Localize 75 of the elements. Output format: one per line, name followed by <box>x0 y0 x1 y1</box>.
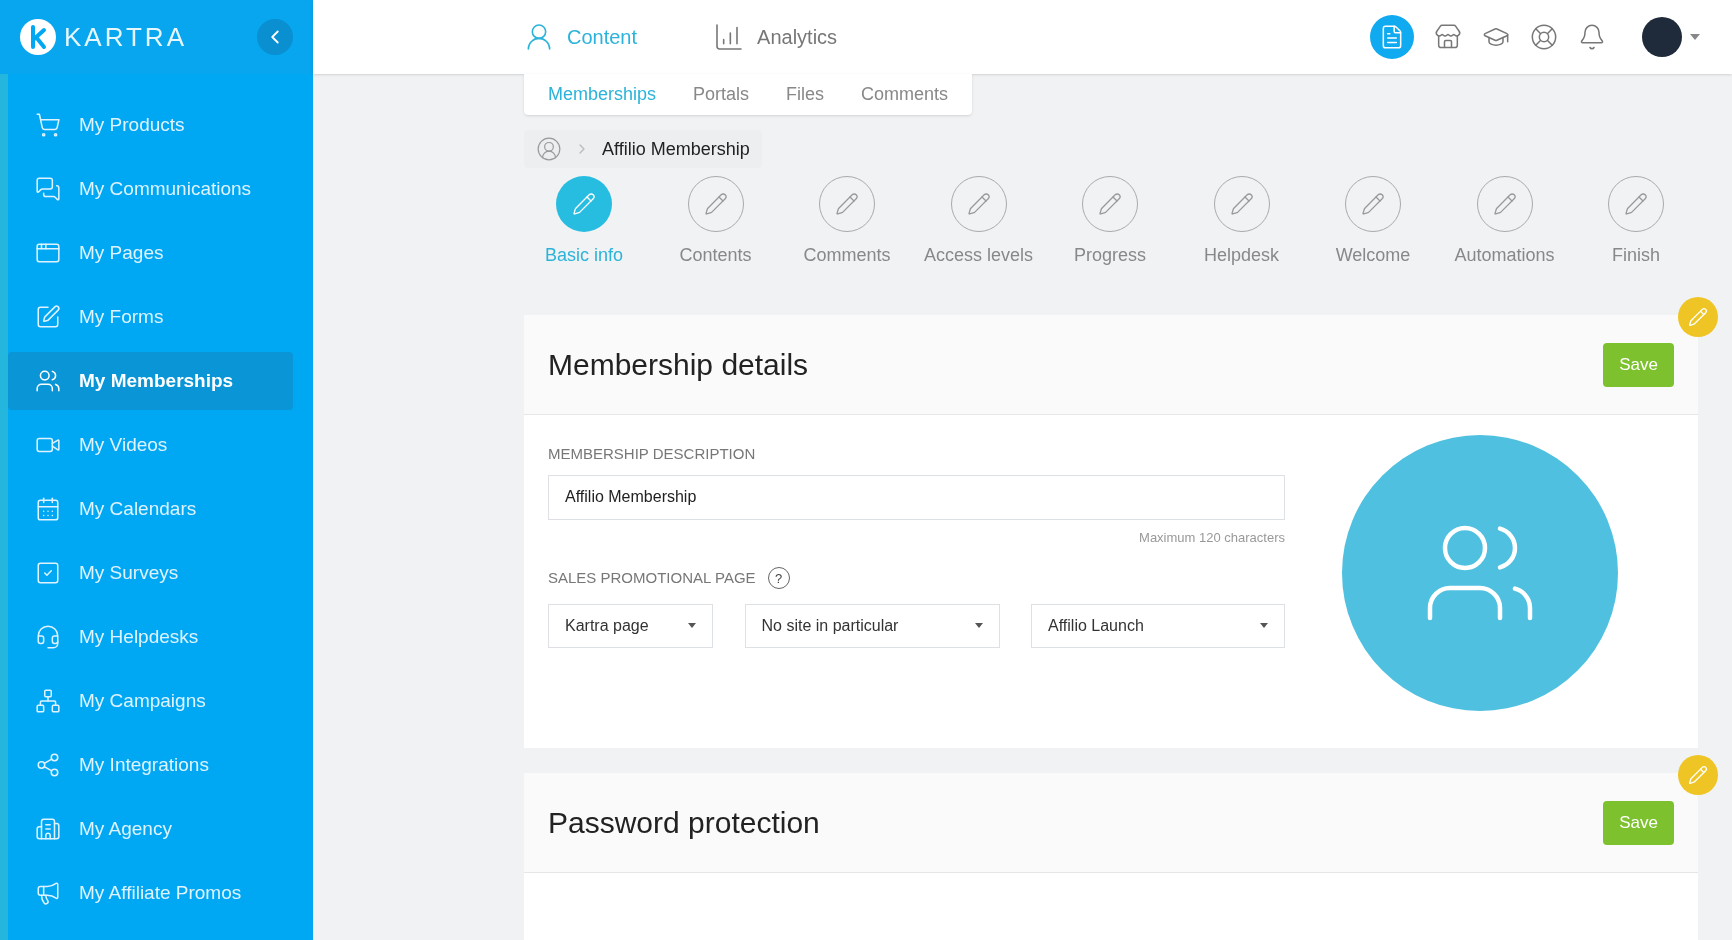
sidebar-item[interactable]: My Videos <box>8 416 293 474</box>
save-button[interactable]: Save <box>1603 342 1674 387</box>
wizard-step[interactable]: Access levels <box>918 176 1039 269</box>
sub-tab[interactable]: Files <box>786 81 825 108</box>
sidebar-item[interactable]: My Calendars <box>8 480 293 538</box>
input-field[interactable]: Affilio Membership <box>548 474 1285 520</box>
breadcrumb-current: Affilio Membership <box>602 137 750 161</box>
field-label: MEMBERSHIP DESCRIPTION <box>548 444 757 464</box>
sidebar-item[interactable]: My Communications <box>8 160 293 218</box>
users-icon <box>35 368 61 394</box>
pencil-icon <box>1361 192 1385 216</box>
caret-icon <box>1260 623 1268 628</box>
pencil-icon <box>1098 192 1122 216</box>
caret-icon <box>688 623 696 628</box>
pencil-icon <box>1688 765 1708 785</box>
sub-tab[interactable]: Portals <box>693 81 750 108</box>
user-icon[interactable] <box>536 136 562 162</box>
sidebar-item[interactable]: My Helpdesks <box>8 608 293 666</box>
sidebar-item[interactable]: My Agency <box>8 800 293 858</box>
pencil-icon <box>835 192 859 216</box>
pencil-icon <box>1229 192 1254 216</box>
nav-tab[interactable]: Content <box>523 21 638 53</box>
checkbox-icon <box>35 560 61 586</box>
store-icon[interactable] <box>1434 23 1462 51</box>
pencil-icon <box>966 192 991 216</box>
calendar-icon <box>35 496 61 522</box>
cart-icon <box>35 112 61 138</box>
wizard-step[interactable]: Basic info <box>524 176 644 269</box>
caret-icon[interactable] <box>1690 34 1700 40</box>
sidebar-item[interactable]: My Products <box>8 96 293 154</box>
wizard-step[interactable]: Comments <box>787 176 907 269</box>
sub-tab[interactable]: Memberships <box>548 81 657 108</box>
lifebuoy-icon[interactable] <box>1530 23 1558 51</box>
pencil-icon <box>1492 192 1517 216</box>
select-dropdown[interactable]: No site in particular <box>744 603 1000 648</box>
wizard-step[interactable]: Finish <box>1576 176 1696 269</box>
select-dropdown[interactable]: Kartra page <box>548 603 713 648</box>
sidebar-item[interactable]: My Integrations <box>8 736 293 794</box>
headset-icon <box>35 624 61 650</box>
nav-tab[interactable]: Analytics <box>713 21 838 53</box>
megaphone-icon <box>35 880 61 906</box>
brand-name: KARTRA <box>64 20 187 54</box>
wizard-step[interactable]: Contents <box>655 176 776 269</box>
sidebar-item[interactable]: My Affiliate Promos <box>8 864 293 922</box>
sidebar-item[interactable]: My Surveys <box>8 544 293 602</box>
pencil-icon <box>1624 192 1648 216</box>
sidebar-item[interactable]: My Campaigns <box>8 672 293 730</box>
pencil-icon <box>703 192 728 216</box>
pencil-icon <box>1688 307 1708 327</box>
select-dropdown[interactable]: Affilio Launch <box>1031 603 1285 648</box>
save-button[interactable]: Save <box>1603 800 1674 845</box>
wizard-step[interactable]: Automations <box>1444 176 1565 269</box>
sidebar-item[interactable]: My Pages <box>8 224 293 282</box>
logo-icon <box>20 19 56 55</box>
avatar[interactable] <box>1642 17 1682 57</box>
pencil-square-icon <box>35 304 61 330</box>
wizard-step[interactable]: Helpdesk <box>1181 176 1302 269</box>
sidebar-item[interactable]: My Forms <box>8 288 293 346</box>
share-icon <box>35 752 61 778</box>
document-list-button[interactable] <box>1370 15 1414 59</box>
hierarchy-icon <box>35 688 61 714</box>
notification-bell-icon[interactable] <box>1578 23 1606 51</box>
card-title: Membership details <box>548 347 809 383</box>
wizard-step[interactable]: Progress <box>1050 176 1170 269</box>
building-icon <box>35 816 61 842</box>
chat-icon <box>35 176 61 202</box>
wizard-step[interactable]: Welcome <box>1313 176 1433 269</box>
collapse-button[interactable] <box>257 19 293 55</box>
caret-icon <box>974 623 983 628</box>
hint-text: Maximum 120 characters <box>1139 528 1285 547</box>
sub-tab[interactable]: Comments <box>861 81 949 108</box>
pencil-icon <box>572 192 596 216</box>
sidebar-item[interactable]: My Memberships <box>8 352 293 410</box>
field-label: SALES PROMOTIONAL PAGE <box>548 568 756 588</box>
card-title: Password protection <box>548 805 820 841</box>
